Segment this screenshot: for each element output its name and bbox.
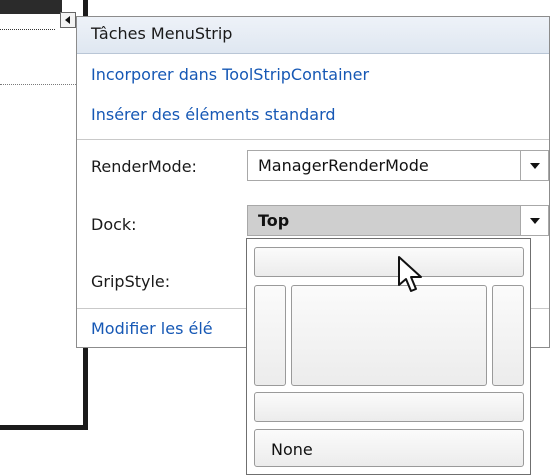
dock-right-tile[interactable] <box>492 285 524 386</box>
dock-dropdown-button[interactable] <box>520 206 548 235</box>
rendermode-label: RenderMode: <box>91 157 197 176</box>
dock-label: Dock: <box>91 215 137 234</box>
gripstyle-label: GripStyle: <box>91 272 171 291</box>
chevron-down-icon <box>530 163 540 169</box>
menustrip-bar <box>0 0 62 14</box>
dock-value: Top <box>258 211 290 230</box>
divider <box>77 139 549 140</box>
dock-bottom-tile[interactable] <box>254 392 524 422</box>
rendermode-dropdown-button[interactable] <box>520 151 548 180</box>
embed-in-toolstripcontainer-link[interactable]: Incorporer dans ToolStripContainer <box>91 65 369 84</box>
smart-tag-glyph-icon[interactable] <box>60 12 76 28</box>
edit-items-link[interactable]: Modifier les élé <box>91 319 213 338</box>
dock-picker-popup: None <box>246 238 531 475</box>
dock-combo[interactable]: Top <box>247 205 549 236</box>
dock-fill-tile[interactable] <box>291 285 487 386</box>
dock-none-tile[interactable]: None <box>254 429 524 467</box>
rendermode-combo[interactable]: ManagerRenderMode <box>247 150 549 181</box>
dock-none-label: None <box>271 440 313 459</box>
insert-standard-items-link[interactable]: Insérer des éléments standard <box>91 105 336 124</box>
selection-border-lower <box>0 84 76 85</box>
chevron-down-icon <box>530 218 540 224</box>
panel-title: Tâches MenuStrip <box>91 24 233 43</box>
mouse-pointer-icon <box>398 256 422 292</box>
rendermode-value: ManagerRenderMode <box>258 156 429 175</box>
selection-border <box>0 29 55 30</box>
dock-top-tile[interactable] <box>254 247 524 277</box>
dock-left-tile[interactable] <box>254 285 286 386</box>
panel-header: Tâches MenuStrip <box>77 17 549 54</box>
form-frame <box>0 0 88 430</box>
